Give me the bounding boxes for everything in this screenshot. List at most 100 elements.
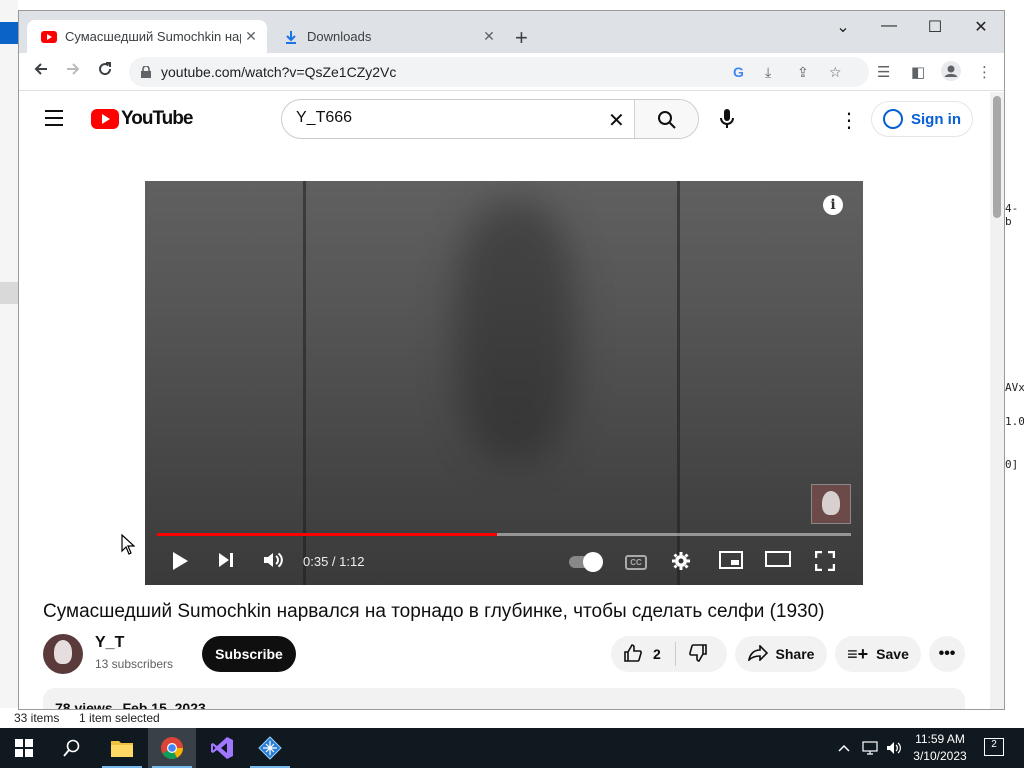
theater-mode-icon[interactable] bbox=[765, 551, 791, 572]
progress-played bbox=[157, 533, 498, 536]
share-button[interactable]: Share bbox=[735, 636, 827, 672]
browser-window: Сумасшедший Sumochkin нарв ✕ Downloads ✕… bbox=[18, 10, 1005, 710]
url-text: youtube.com/watch?v=QsZe1CZy2Vc bbox=[161, 64, 397, 80]
account-icon bbox=[883, 109, 903, 129]
search-taskbar-button[interactable] bbox=[48, 728, 96, 768]
save-button[interactable]: ≡+ Save bbox=[835, 636, 921, 672]
thumbs-down-icon[interactable] bbox=[688, 643, 708, 666]
bookmark-star-icon[interactable]: ☆ bbox=[829, 64, 842, 81]
share-label: Share bbox=[775, 646, 815, 662]
file-explorer-taskbar-button[interactable] bbox=[98, 728, 146, 768]
start-button[interactable] bbox=[0, 728, 48, 768]
chrome-taskbar-button[interactable] bbox=[148, 728, 196, 768]
more-actions-button[interactable]: ••• bbox=[929, 636, 965, 672]
volume-icon[interactable] bbox=[263, 551, 285, 574]
channel-name[interactable]: Y_T bbox=[95, 634, 124, 652]
channel-watermark[interactable] bbox=[811, 484, 851, 524]
progress-bar[interactable] bbox=[157, 533, 851, 536]
browser-toolbar: youtube.com/watch?v=QsZe1CZy2Vc G ⤓ ⇪ ☆ … bbox=[19, 53, 1004, 91]
notifications-icon[interactable]: 2 bbox=[984, 738, 1004, 756]
description-box[interactable]: 78 views Feb 15, 2023 bbox=[43, 688, 965, 709]
miniplayer-icon[interactable] bbox=[719, 551, 743, 574]
system-clock[interactable]: 11:59 AM 3/10/2023 bbox=[905, 731, 975, 765]
play-icon[interactable] bbox=[171, 551, 189, 576]
minimize-button[interactable]: — bbox=[869, 17, 909, 35]
back-arrow-icon[interactable] bbox=[33, 61, 49, 82]
youtube-logo[interactable]: YouTube bbox=[91, 108, 193, 130]
share-icon[interactable]: ⇪ bbox=[797, 64, 809, 81]
reload-icon[interactable] bbox=[97, 61, 113, 82]
forward-arrow-icon[interactable] bbox=[65, 61, 81, 82]
google-lens-icon[interactable]: G bbox=[733, 64, 744, 80]
save-playlist-icon: ≡+ bbox=[847, 643, 869, 664]
side-panel-icon[interactable]: ◧ bbox=[911, 63, 925, 81]
close-tab-icon[interactable]: ✕ bbox=[479, 28, 499, 45]
network-icon[interactable] bbox=[862, 728, 878, 768]
app-taskbar-button[interactable] bbox=[246, 728, 294, 768]
youtube-wordmark: YouTube bbox=[121, 108, 193, 129]
sign-in-button[interactable]: Sign in bbox=[871, 101, 973, 137]
microphone-icon[interactable] bbox=[719, 108, 735, 135]
info-icon[interactable]: i bbox=[823, 195, 843, 215]
background-text: AVx bbox=[1005, 381, 1024, 394]
player-controls: 0:35 / 1:12 CC bbox=[145, 543, 863, 583]
tab-title: Сумасшедший Sumochkin нарв bbox=[65, 29, 241, 44]
background-left-strip bbox=[0, 0, 18, 728]
scrollbar-thumb[interactable] bbox=[993, 96, 1001, 218]
fullscreen-icon[interactable] bbox=[814, 550, 836, 576]
settings-gear-icon[interactable] bbox=[671, 551, 691, 576]
subscribe-button[interactable]: Subscribe bbox=[202, 636, 296, 672]
background-selection-blue bbox=[0, 22, 18, 44]
video-frame bbox=[303, 181, 306, 585]
next-icon[interactable] bbox=[217, 551, 235, 574]
volume-tray-icon[interactable] bbox=[886, 728, 902, 768]
network-app-icon bbox=[258, 736, 282, 760]
like-count[interactable]: 2 bbox=[653, 646, 661, 662]
like-dislike-group: 2 bbox=[611, 636, 727, 672]
tab-search-icon[interactable]: ⌄ bbox=[823, 17, 863, 37]
video-player[interactable]: i 0:35 / 1:12 CC bbox=[145, 181, 863, 585]
clear-search-icon[interactable]: ✕ bbox=[608, 108, 625, 133]
visual-studio-icon bbox=[211, 737, 233, 759]
reading-list-icon[interactable]: ☰ bbox=[877, 63, 890, 81]
divider bbox=[674, 642, 676, 666]
visual-studio-taskbar-button[interactable] bbox=[198, 728, 246, 768]
search-input[interactable] bbox=[296, 109, 596, 127]
maximize-button[interactable]: ☐ bbox=[915, 17, 955, 37]
share-arrow-icon bbox=[747, 643, 768, 664]
youtube-favicon-icon bbox=[41, 29, 57, 45]
chrome-menu-icon[interactable]: ⋮ bbox=[977, 63, 992, 81]
address-bar[interactable]: youtube.com/watch?v=QsZe1CZy2Vc G ⤓ ⇪ ☆ bbox=[129, 57, 869, 87]
background-text: 1.0 bbox=[1005, 415, 1024, 428]
settings-more-icon[interactable]: ⋮ bbox=[839, 108, 859, 133]
channel-avatar[interactable] bbox=[43, 634, 83, 674]
autoplay-toggle[interactable] bbox=[569, 552, 603, 572]
install-icon[interactable]: ⤓ bbox=[765, 64, 771, 81]
new-tab-button[interactable]: + bbox=[515, 25, 528, 51]
page-scrollbar[interactable] bbox=[990, 92, 1004, 709]
save-label: Save bbox=[876, 646, 909, 662]
youtube-page: YouTube ✕ ⋮ Sign in i bbox=[19, 92, 991, 709]
tab-downloads[interactable]: Downloads ✕ bbox=[269, 20, 505, 53]
time-display: 0:35 / 1:12 bbox=[303, 554, 365, 569]
menu-hamburger-icon[interactable] bbox=[45, 110, 63, 131]
lock-icon bbox=[141, 65, 151, 83]
show-hidden-icons[interactable] bbox=[838, 728, 850, 768]
mouse-cursor-icon bbox=[121, 533, 136, 561]
clock-date: 3/10/2023 bbox=[913, 749, 967, 763]
search-box: ✕ bbox=[281, 99, 699, 139]
search-button[interactable] bbox=[634, 100, 698, 138]
profile-icon[interactable] bbox=[941, 61, 961, 85]
video-owner-row: Y_T 13 subscribers Subscribe 2 Share ≡+ … bbox=[43, 634, 973, 674]
chrome-icon bbox=[161, 737, 183, 759]
close-window-button[interactable]: ✕ bbox=[961, 17, 1001, 37]
background-text: 4-b bbox=[1005, 202, 1019, 228]
chevron-up-icon bbox=[838, 744, 850, 752]
subtitles-cc-icon[interactable]: CC bbox=[625, 555, 647, 570]
tab-youtube[interactable]: Сумасшедший Sumochkin нарв ✕ bbox=[27, 20, 267, 53]
background-selection-gray bbox=[0, 282, 18, 304]
close-tab-icon[interactable]: ✕ bbox=[241, 28, 261, 45]
thumbs-up-icon[interactable] bbox=[623, 643, 643, 666]
more-horizontal-icon: ••• bbox=[938, 645, 956, 662]
status-items-count: 33 items bbox=[14, 711, 60, 725]
